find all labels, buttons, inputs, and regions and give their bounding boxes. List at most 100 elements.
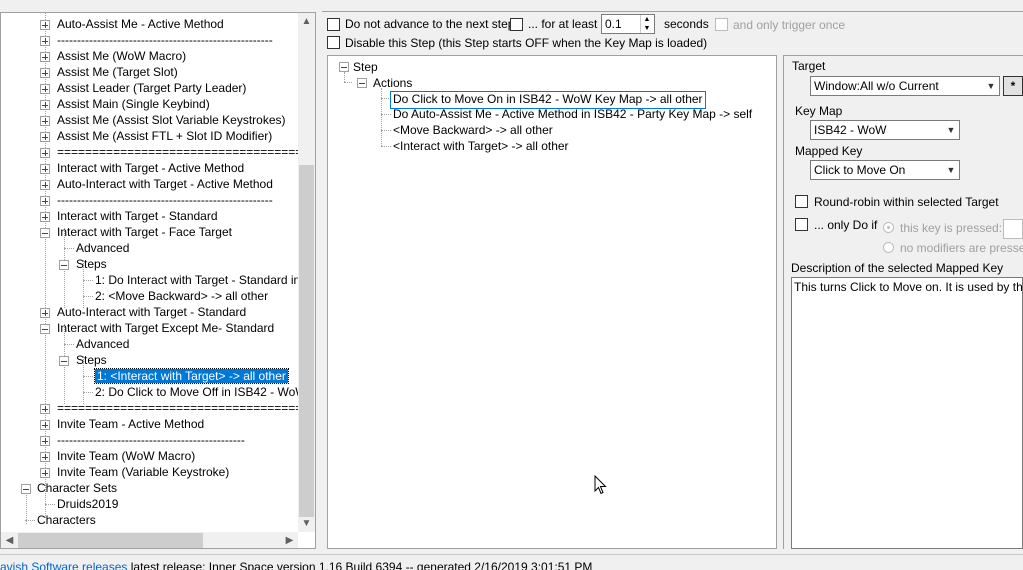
scroll-down-arrow-icon[interactable]: ▼	[298, 515, 315, 532]
tree-item[interactable]: Auto-Interact with Target - Standard	[57, 304, 246, 320]
spinner-up-icon[interactable]: ▲	[640, 15, 653, 24]
trigger-once-label: and only trigger once	[733, 18, 846, 32]
tree-item[interactable]: =====================================	[57, 400, 315, 416]
chevron-down-icon[interactable]: ▼	[943, 121, 959, 139]
no-modifiers-radio[interactable]	[883, 242, 894, 253]
action-item[interactable]: <Move Backward> -> all other	[393, 122, 553, 138]
tree-item[interactable]: 2: Do Click to Move Off in ISB42 - WoW K…	[95, 384, 315, 400]
tree-item[interactable]: 2: <Move Backward> -> all other	[95, 288, 268, 304]
tree-item[interactable]: Assist Me (Assist Slot Variable Keystrok…	[57, 112, 286, 128]
spinner-down-icon[interactable]: ▼	[640, 24, 653, 33]
expand-icon[interactable]	[40, 452, 50, 462]
expand-icon[interactable]	[40, 36, 50, 46]
expand-icon[interactable]	[40, 68, 50, 78]
tree-item[interactable]: Assist Me (WoW Macro)	[57, 48, 186, 64]
for-at-least-checkbox[interactable]	[510, 18, 523, 31]
tree-item[interactable]: Assist Leader (Target Party Leader)	[57, 80, 246, 96]
expand-icon[interactable]	[40, 116, 50, 126]
tree-item[interactable]: Druids2019	[57, 496, 118, 512]
tree-item[interactable]: Auto-Assist Me - Active Method	[57, 16, 224, 32]
only-do-if-checkbox[interactable]	[795, 218, 808, 231]
expand-icon[interactable]	[40, 148, 50, 158]
tree-item[interactable]: =====================================	[57, 144, 315, 160]
tree-item[interactable]: Invite Team (Variable Keystroke)	[57, 464, 229, 480]
expand-icon[interactable]	[40, 196, 50, 206]
collapse-icon[interactable]	[40, 228, 50, 238]
tree-item[interactable]: Interact with Target - Active Method	[57, 160, 244, 176]
collapse-icon[interactable]	[59, 260, 69, 270]
tree-item[interactable]: ----------------------------------------…	[57, 432, 245, 448]
tree-item[interactable]: Auto-Interact with Target - Active Metho…	[57, 176, 273, 192]
collapse-icon[interactable]	[21, 484, 31, 494]
trigger-once-checkbox[interactable]	[715, 18, 728, 31]
scroll-left-arrow-icon[interactable]: ◀	[1, 532, 18, 548]
tree-item[interactable]: Interact with Target - Standard	[57, 208, 218, 224]
collapse-icon[interactable]	[40, 324, 50, 334]
target-select[interactable]: Window:All w/o Current ▼	[810, 76, 1000, 96]
tree-item[interactable]: Invite Team (WoW Macro)	[57, 448, 195, 464]
tree-item[interactable]: Assist Main (Single Keybind)	[57, 96, 210, 112]
expand-icon[interactable]	[40, 84, 50, 94]
tree-item[interactable]: Character Sets	[37, 480, 117, 496]
tree-vertical-scrollbar[interactable]: ▲ ▼	[298, 13, 315, 532]
chevron-down-icon[interactable]: ▼	[983, 77, 999, 95]
seconds-value: 0.1	[605, 17, 622, 31]
expand-icon[interactable]	[40, 212, 50, 222]
tree-item-label: Invite Team (WoW Macro)	[57, 449, 196, 463]
actions-node[interactable]: Actions	[373, 75, 412, 91]
no-advance-checkbox[interactable]	[327, 18, 340, 31]
tree-item[interactable]: Assist Me (Target Slot)	[57, 64, 178, 80]
target-star-button[interactable]: *	[1003, 76, 1023, 96]
expand-icon[interactable]	[40, 20, 50, 30]
disable-step-checkbox[interactable]	[327, 36, 340, 49]
collapse-icon[interactable]	[59, 356, 69, 366]
tree-item[interactable]: Advanced	[76, 240, 129, 256]
scroll-right-arrow-icon[interactable]: ▶	[281, 532, 298, 548]
tree-item[interactable]: Assist Me (Assist FTL + Slot ID Modifier…	[57, 128, 272, 144]
step-collapse-icon[interactable]	[339, 62, 349, 72]
expand-icon[interactable]	[40, 308, 50, 318]
mapped-key-value: Click to Move On	[814, 163, 906, 177]
actions-collapse-icon[interactable]	[357, 78, 367, 88]
key-pressed-radio[interactable]	[883, 222, 894, 233]
tree-item-label: Assist Leader (Target Party Leader)	[57, 81, 247, 95]
expand-icon[interactable]	[40, 436, 50, 446]
tree-item[interactable]: Characters	[37, 512, 96, 528]
scroll-up-arrow-icon[interactable]: ▲	[298, 13, 315, 30]
tree-item[interactable]: Invite Team - Active Method	[57, 416, 204, 432]
expand-icon[interactable]	[40, 404, 50, 414]
step-node[interactable]: Step	[353, 59, 378, 75]
action-item[interactable]: Do Auto-Assist Me - Active Method in ISB…	[393, 106, 752, 122]
tree-item[interactable]: ----------------------------------------…	[57, 192, 273, 208]
expand-icon[interactable]	[40, 132, 50, 142]
action-item[interactable]: <Interact with Target> -> all other	[393, 138, 569, 154]
tree-horizontal-scrollbar[interactable]: ◀ ▶	[1, 532, 298, 548]
tree-item[interactable]: Interact with Target Except Me- Standard	[57, 320, 274, 336]
tree-item[interactable]: 1: <Interact with Target> -> all other	[94, 368, 289, 384]
mapped-key-select[interactable]: Click to Move On ▼	[810, 160, 960, 180]
round-robin-checkbox[interactable]	[795, 195, 808, 208]
expand-icon[interactable]	[40, 52, 50, 62]
step-actions-tree-panel[interactable]: Step Actions Do Click to Move On in ISB4…	[327, 55, 777, 549]
tree-item[interactable]: Steps	[76, 256, 107, 272]
tree-item[interactable]: Steps	[76, 352, 107, 368]
expand-icon[interactable]	[40, 180, 50, 190]
h-scrollbar-thumb[interactable]	[18, 533, 203, 548]
description-textbox[interactable]: This turns Click to Move on. It is used …	[791, 277, 1023, 549]
scrollbar-thumb[interactable]	[299, 165, 314, 517]
tree-item-label: Druids2019	[57, 497, 119, 511]
expand-icon[interactable]	[40, 420, 50, 430]
expand-icon[interactable]	[40, 468, 50, 478]
seconds-input[interactable]: 0.1 ▲ ▼	[601, 14, 655, 34]
tree-item[interactable]: ----------------------------------------…	[57, 32, 273, 48]
key-pressed-input[interactable]	[1003, 219, 1023, 239]
chevron-down-icon[interactable]: ▼	[943, 161, 959, 179]
expand-icon[interactable]	[40, 164, 50, 174]
tree-item[interactable]: Advanced	[76, 336, 129, 352]
tree-item-label: Assist Me (WoW Macro)	[57, 49, 187, 63]
expand-icon[interactable]	[40, 100, 50, 110]
keymap-select[interactable]: ISB42 - WoW ▼	[810, 120, 960, 140]
keymap-tree-panel[interactable]: Auto-Assist Me - Active Method ----------…	[0, 12, 316, 549]
tree-item[interactable]: Interact with Target - Face Target	[57, 224, 232, 240]
tree-item[interactable]: 1: Do Interact with Target - Standard in…	[95, 272, 315, 288]
